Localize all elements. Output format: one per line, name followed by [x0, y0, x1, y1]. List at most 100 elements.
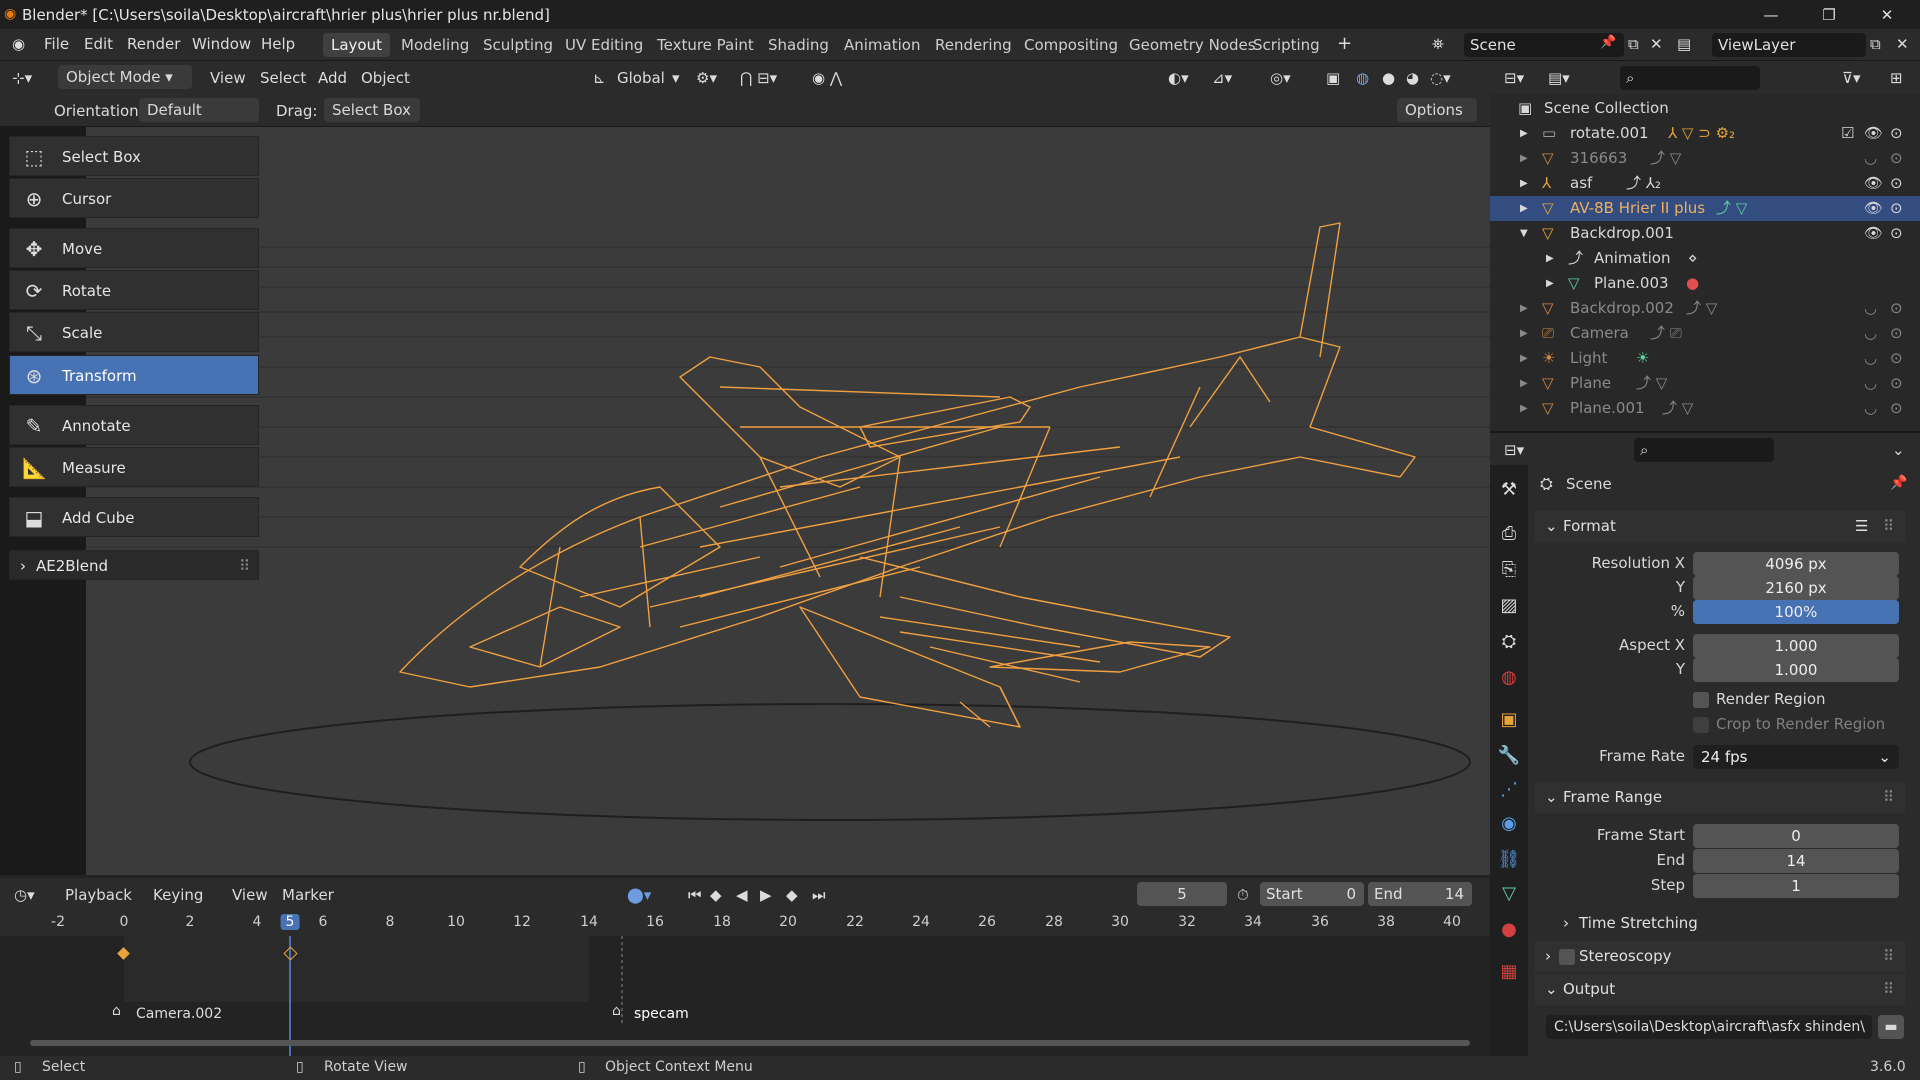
- chevron-right-icon[interactable]: ▶: [1520, 121, 1528, 146]
- jump-start-icon[interactable]: ⏮: [688, 883, 702, 907]
- current-frame-field[interactable]: 5: [1137, 882, 1227, 906]
- tool-measure[interactable]: 📐 Measure: [9, 447, 259, 487]
- stereoscopy-checkbox[interactable]: [1559, 949, 1575, 965]
- timeline-track[interactable]: [0, 936, 1490, 1056]
- scene-selector-icon[interactable]: ⛯: [1432, 35, 1444, 53]
- tool-transform[interactable]: ⊛ Transform: [9, 355, 259, 395]
- stereoscopy-panel-header[interactable]: › Stereoscopy ⠿: [1535, 941, 1905, 972]
- menu-file[interactable]: File: [44, 35, 69, 53]
- outliner-item[interactable]: ▶ ▽ Plane.001 ⤴ ▽ ◡ ⊙: [1490, 396, 1920, 421]
- outliner-item[interactable]: ▶ ▽ 316663 ⤴ ▽ ◡ ⊙: [1490, 146, 1920, 171]
- outliner-root[interactable]: ▣ Scene Collection: [1490, 96, 1920, 121]
- eye-icon[interactable]: 👁: [1864, 171, 1883, 196]
- aspect-y-field[interactable]: 1.000: [1693, 658, 1899, 682]
- frame-end-field[interactable]: 14: [1693, 849, 1899, 873]
- delete-scene-icon[interactable]: ✕: [1650, 35, 1663, 53]
- material-shading-icon[interactable]: ◕: [1406, 66, 1419, 90]
- chevron-right-icon[interactable]: ▶: [1520, 171, 1528, 196]
- menu-object[interactable]: Object: [361, 66, 410, 90]
- overlay-icon[interactable]: ◎▾: [1270, 66, 1291, 90]
- display-mode-icon[interactable]: ▤▾: [1548, 66, 1570, 90]
- camera-icon[interactable]: ⊙: [1890, 296, 1903, 321]
- minimize-button[interactable]: —: [1748, 0, 1794, 29]
- pivot-icon[interactable]: ⚙▾: [696, 66, 717, 90]
- tool-rotate[interactable]: ⟳ Rotate: [9, 270, 259, 310]
- eye-icon[interactable]: 👁: [1864, 221, 1883, 246]
- play-icon[interactable]: ▶: [760, 883, 772, 907]
- tab-compositing[interactable]: Compositing: [1016, 33, 1126, 57]
- pin-icon[interactable]: 📌: [1890, 475, 1907, 491]
- menu-keying[interactable]: Keying: [153, 883, 203, 907]
- chevron-right-icon[interactable]: ▶: [1520, 296, 1528, 321]
- resolution-x-field[interactable]: 4096 px: [1693, 552, 1899, 576]
- close-button[interactable]: ✕: [1864, 0, 1910, 29]
- drag-dropdown[interactable]: Select Box: [324, 98, 420, 122]
- tab-texture-paint[interactable]: Texture Paint: [649, 33, 762, 57]
- new-scene-icon[interactable]: ⧉: [1628, 35, 1639, 53]
- render-region-checkbox[interactable]: [1693, 692, 1709, 708]
- world-tab-icon[interactable]: ◍: [1497, 666, 1521, 690]
- frame-range-panel-header[interactable]: ⌄ Frame Range ⠿: [1535, 782, 1905, 813]
- material-tab-icon[interactable]: ●: [1497, 918, 1521, 942]
- chevron-right-icon[interactable]: ▶: [1546, 246, 1554, 271]
- camera-icon[interactable]: ⊙: [1890, 396, 1903, 421]
- prev-keyframe-icon[interactable]: ◆: [710, 883, 722, 907]
- eye-closed-icon[interactable]: ◡: [1864, 146, 1877, 171]
- tab-scripting[interactable]: Scripting: [1245, 33, 1328, 57]
- drag-handle-icon[interactable]: ⠿: [1883, 782, 1894, 813]
- tool-cursor[interactable]: ⊕ Cursor: [9, 178, 259, 218]
- mode-dropdown[interactable]: Object Mode ▾: [58, 65, 192, 89]
- orientation-icon[interactable]: ⊾: [593, 66, 606, 90]
- output-panel-header[interactable]: ⌄ Output ⠿: [1535, 974, 1905, 1005]
- outliner-item[interactable]: ▶ ▭ rotate.001 ⅄ ▽ ⊃ ⚙₂ ☑ 👁 ⊙: [1490, 121, 1920, 146]
- physics-tab-icon[interactable]: ◉: [1497, 812, 1521, 836]
- eye-closed-icon[interactable]: ◡: [1864, 321, 1877, 346]
- outliner-search-input[interactable]: ⌕: [1620, 66, 1760, 90]
- filter-icon[interactable]: ⊽▾: [1842, 66, 1861, 90]
- menu-timeline-view[interactable]: View: [232, 883, 268, 907]
- chevron-right-icon[interactable]: ▶: [1546, 271, 1554, 296]
- folder-icon[interactable]: ▬: [1878, 1015, 1904, 1039]
- outliner-item[interactable]: ▶ ▽ Plane ⤴ ▽ ◡ ⊙: [1490, 371, 1920, 396]
- marker-specam[interactable]: specam: [634, 1006, 689, 1022]
- format-panel-header[interactable]: ⌄ Format ☰ ⠿: [1535, 511, 1905, 542]
- eye-closed-icon[interactable]: ◡: [1864, 296, 1877, 321]
- timeline-editor-type-icon[interactable]: ◷▾: [14, 883, 35, 907]
- properties-search-input[interactable]: ⌕: [1634, 438, 1774, 462]
- tab-sculpting[interactable]: Sculpting: [475, 33, 561, 57]
- chevron-right-icon[interactable]: ▶: [1520, 146, 1528, 171]
- maximize-button[interactable]: ❐: [1806, 0, 1852, 29]
- preview-range-icon[interactable]: ⏱: [1237, 883, 1249, 907]
- menu-marker[interactable]: Marker: [282, 883, 334, 907]
- frame-rate-dropdown[interactable]: 24 fps ⌄: [1693, 745, 1899, 769]
- snap-icon[interactable]: ⋂ ⊟▾: [740, 66, 777, 90]
- solid-shading-icon[interactable]: ●: [1382, 66, 1395, 90]
- tab-uv-editing[interactable]: UV Editing: [557, 33, 651, 57]
- tool-move[interactable]: ✥ Move: [9, 228, 259, 268]
- chevron-down-icon[interactable]: ▼: [1520, 221, 1528, 246]
- chevron-down-icon[interactable]: ⌄: [1892, 438, 1905, 462]
- tool-annotate[interactable]: ✎ Annotate: [9, 405, 259, 445]
- outliner-child-item[interactable]: ▶ ⤴ Animation ⋄: [1490, 246, 1920, 271]
- chevron-right-icon[interactable]: ▶: [1520, 371, 1528, 396]
- crop-region-checkbox[interactable]: [1693, 717, 1709, 733]
- texture-tab-icon[interactable]: ▦: [1497, 960, 1521, 984]
- wireframe-shading-icon[interactable]: ◍: [1356, 66, 1369, 90]
- resolution-y-field[interactable]: 2160 px: [1693, 576, 1899, 600]
- camera-icon[interactable]: ⊙: [1890, 196, 1903, 221]
- output-tab-icon[interactable]: ⎘: [1497, 558, 1521, 582]
- frame-start-field[interactable]: 0: [1693, 824, 1899, 848]
- eye-closed-icon[interactable]: ◡: [1864, 396, 1877, 421]
- camera-icon[interactable]: ⊙: [1890, 346, 1903, 371]
- rendered-shading-icon[interactable]: ◌▾: [1430, 66, 1451, 90]
- camera-icon[interactable]: ⊙: [1890, 121, 1903, 146]
- marker-camera-002[interactable]: Camera.002: [136, 1006, 222, 1022]
- next-keyframe-icon[interactable]: ◆: [786, 883, 798, 907]
- chevron-down-icon[interactable]: ▾: [672, 66, 680, 90]
- auto-keying-icon[interactable]: ⬤▾: [627, 883, 651, 907]
- view-layer-tab-icon[interactable]: ▨: [1497, 594, 1521, 618]
- current-frame-indicator[interactable]: 5: [280, 914, 300, 930]
- transform-orientation-dropdown[interactable]: Global: [617, 66, 665, 90]
- menu-edit[interactable]: Edit: [84, 35, 113, 53]
- blender-menu-icon[interactable]: ◉: [12, 35, 25, 53]
